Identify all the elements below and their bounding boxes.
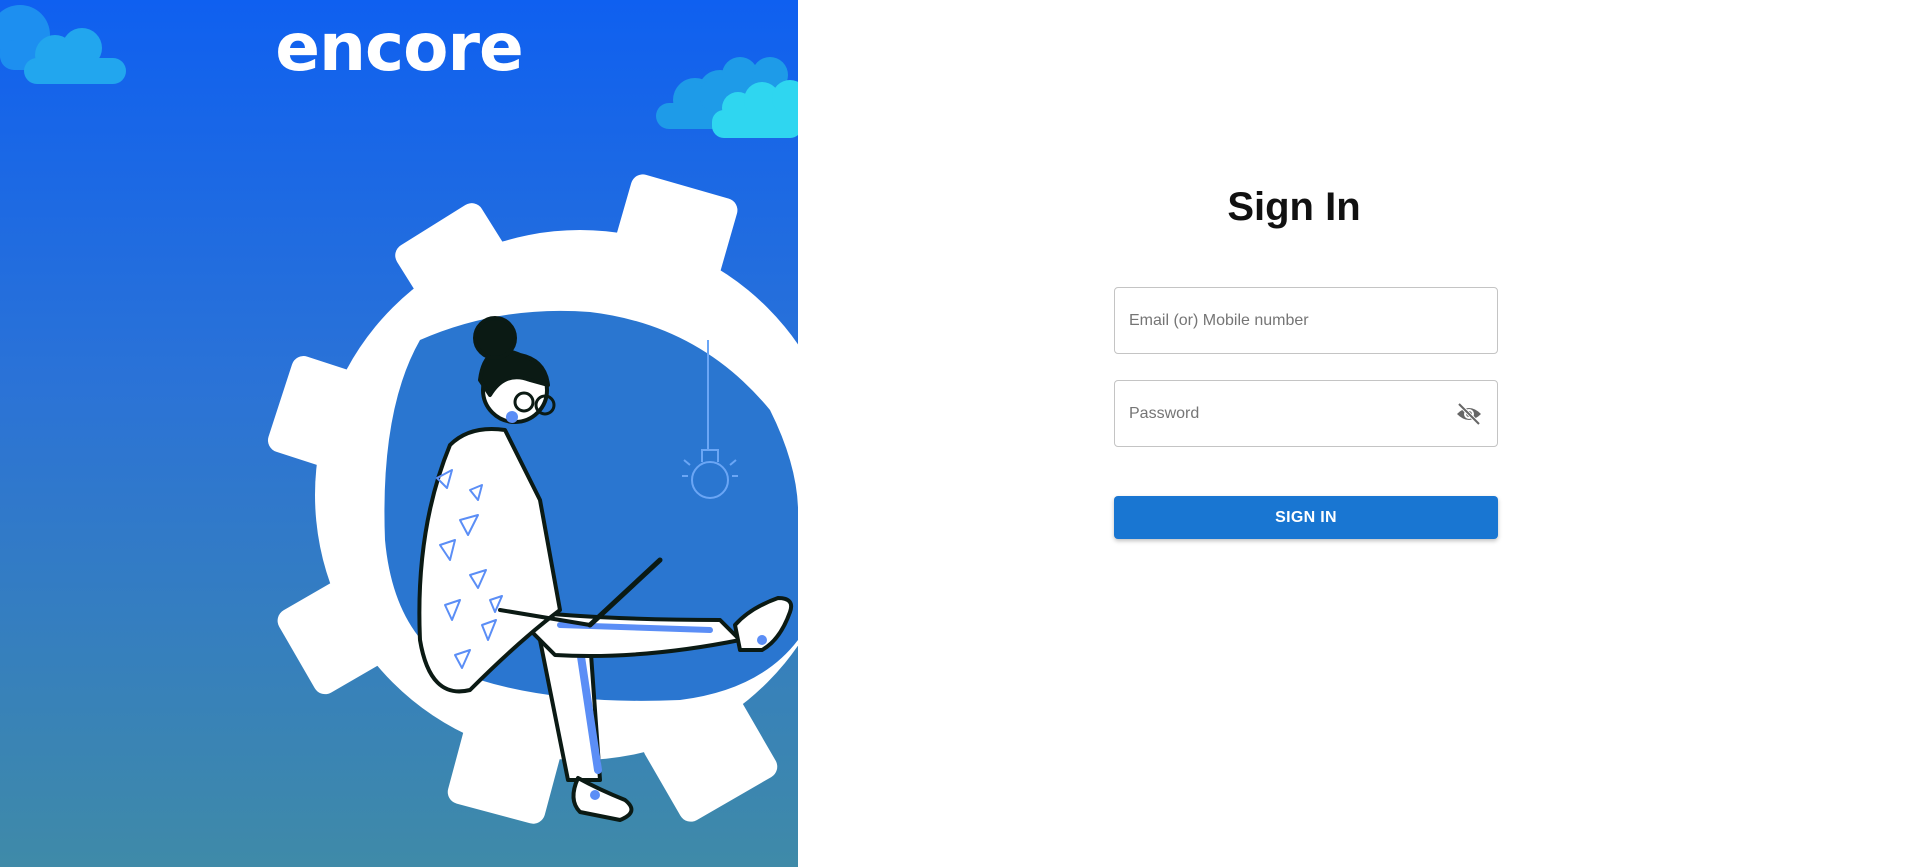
brand-logo: encore <box>275 9 524 86</box>
email-field-container <box>1114 287 1498 354</box>
hero-illustration <box>0 5 798 824</box>
password-field-container <box>1114 380 1498 447</box>
email-input[interactable] <box>1115 288 1497 353</box>
page-title: Sign In <box>1227 185 1361 229</box>
sign-in-button[interactable]: SIGN IN <box>1114 496 1498 539</box>
password-input[interactable] <box>1115 381 1497 446</box>
hero-panel: encore <box>0 0 798 867</box>
eye-off-icon[interactable] <box>1455 401 1483 427</box>
